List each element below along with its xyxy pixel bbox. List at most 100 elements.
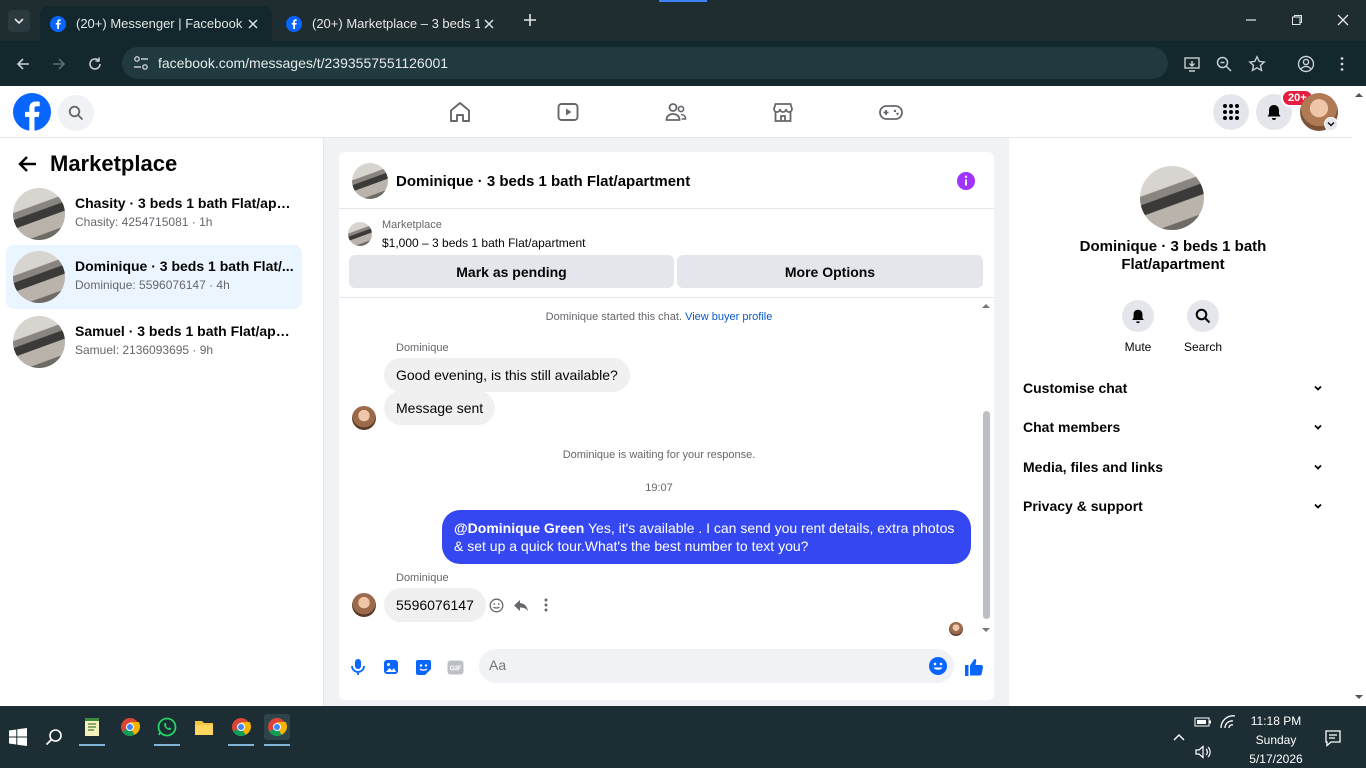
my-message-bubble[interactable]: @Dominique Green Yes, it's available . I… [442,510,971,564]
notepad-icon[interactable] [79,714,105,740]
minimize-button[interactable] [1238,8,1264,32]
scroll-thumb[interactable] [983,411,990,619]
photo-icon[interactable] [381,657,401,677]
back-button[interactable] [16,152,40,176]
chrome-active-icon[interactable] [264,714,290,740]
chat-header: Dominique · 3 beds 1 bath Flat/apartment [339,152,994,209]
mute-button[interactable]: Mute [1108,300,1168,354]
contact-name: Dominique · 3 beds 1 bath Flat/apartment [1079,238,1267,273]
message-input[interactable] [489,657,919,673]
mention[interactable]: @Dominique Green [454,520,584,536]
facebook-logo-icon[interactable] [13,93,51,131]
close-tab-icon[interactable] [244,15,262,33]
message-input-wrapper [479,649,954,683]
nav-marketplace[interactable] [768,98,798,126]
clock-day: Sunday [1255,733,1297,747]
close-tab-icon[interactable] [480,15,498,33]
chrome-icon[interactable] [228,714,254,740]
mark-as-pending-button[interactable]: Mark as pending [349,255,674,288]
chat-started-notice: Dominique started this chat. View buyer … [339,311,979,323]
battery-icon[interactable] [1193,712,1213,732]
bell-icon [1267,105,1281,120]
chevron-down-icon [14,18,24,25]
customise-chat-section[interactable]: Customise chat [1023,380,1323,404]
windows-start-icon[interactable] [5,724,31,750]
zoom-icon[interactable] [1213,53,1235,75]
whatsapp-icon[interactable] [154,714,180,740]
message-composer: GIF [339,647,994,687]
microphone-icon[interactable] [348,657,368,677]
account-menu-chevron[interactable] [1324,117,1338,131]
marketplace-chat-list: Marketplace Chasity · 3 beds 1 bath Flat… [0,138,324,706]
nav-friends[interactable] [661,98,691,126]
message-bubble[interactable]: Good evening, is this still available? [384,358,630,392]
media-files-links-section[interactable]: Media, files and links [1023,459,1323,483]
nav-home[interactable] [445,98,475,126]
nav-video[interactable] [553,98,583,126]
close-window-button[interactable] [1330,8,1356,32]
more-actions-icon[interactable] [537,596,555,614]
maximize-button[interactable] [1284,8,1310,32]
reply-icon[interactable] [512,596,530,614]
search-icon[interactable] [41,724,67,750]
sender-name: Dominique [396,572,449,584]
arrow-left-icon [16,58,29,70]
chevron-down-icon [1314,464,1322,470]
site-info-icon [134,56,148,70]
reload-button[interactable] [83,52,107,76]
conversation-item[interactable]: Chasity · 3 beds 1 bath Flat/apar... Cha… [6,182,302,246]
listing-price[interactable]: $1,000 – 3 beds 1 bath Flat/apartment [382,236,585,250]
react-smiley-icon[interactable] [487,596,505,614]
listing-thumbnail[interactable] [1140,166,1204,230]
chevron-up-icon[interactable] [1169,728,1189,748]
search-in-chat-button[interactable]: Search [1173,300,1233,354]
listing-thumbnail[interactable] [348,222,372,246]
back-button[interactable] [11,52,35,76]
chat-members-section[interactable]: Chat members [1023,419,1323,443]
sticker-icon[interactable] [413,657,433,677]
conversation-preview: Chasity: 4254715081 · 1h [75,215,213,229]
volume-icon[interactable] [1193,742,1213,762]
conversation-item[interactable]: Samuel · 3 beds 1 bath Flat/apar... Samu… [6,310,302,374]
browser-menu-icon[interactable] [1331,53,1353,75]
profile-icon[interactable] [1295,53,1317,75]
facebook-search-button[interactable] [58,95,94,131]
listing-thumbnail[interactable] [352,163,388,199]
menu-button[interactable] [1213,94,1249,130]
address-bar[interactable]: facebook.com/messages/t/2393557551126001 [122,47,1168,79]
forward-button[interactable] [47,52,71,76]
close-icon [1337,14,1349,26]
tab-messenger[interactable]: (20+) Messenger | Facebook [40,6,272,41]
file-explorer-icon[interactable] [191,714,217,740]
system-clock[interactable]: 11:18 PM Sunday 5/17/2026 [1244,712,1308,769]
like-button[interactable] [964,657,984,677]
chevron-down-icon [1314,385,1322,391]
gif-icon[interactable]: GIF [445,657,465,677]
emoji-icon[interactable] [928,656,948,676]
chrome-icon[interactable] [117,714,143,740]
chat-scrollbar[interactable] [980,299,992,637]
wifi-icon[interactable] [1218,712,1238,732]
sender-avatar[interactable] [352,406,376,430]
chat-title[interactable]: Dominique · 3 beds 1 bath Flat/apartment [396,173,690,190]
browser-tab-bar: (20+) Messenger | Facebook (20+) Marketp… [0,0,1366,41]
privacy-support-section[interactable]: Privacy & support [1023,498,1323,522]
tab-title: (20+) Messenger | Facebook [76,16,243,31]
sender-avatar[interactable] [352,593,376,617]
install-app-icon[interactable] [1181,53,1203,75]
running-indicator [264,744,290,746]
info-icon[interactable] [956,171,976,191]
nav-gaming[interactable] [876,98,906,126]
bookmark-star-icon[interactable] [1246,53,1268,75]
conversation-item[interactable]: Dominique · 3 beds 1 bath Flat/... Domin… [6,245,302,309]
new-tab-button[interactable] [520,10,540,30]
message-bubble[interactable]: 5596076147 [384,588,486,622]
message-bubble[interactable]: Message sent [384,391,496,425]
view-buyer-profile-link[interactable]: View buyer profile [685,311,772,323]
more-options-button[interactable]: More Options [677,255,983,288]
tab-search-button[interactable] [8,10,30,32]
notification-center-icon[interactable] [1323,728,1343,748]
running-indicator [79,744,105,746]
tab-marketplace[interactable]: (20+) Marketplace – 3 beds 1 b [276,6,508,41]
page-scrollbar[interactable] [1352,86,1366,706]
